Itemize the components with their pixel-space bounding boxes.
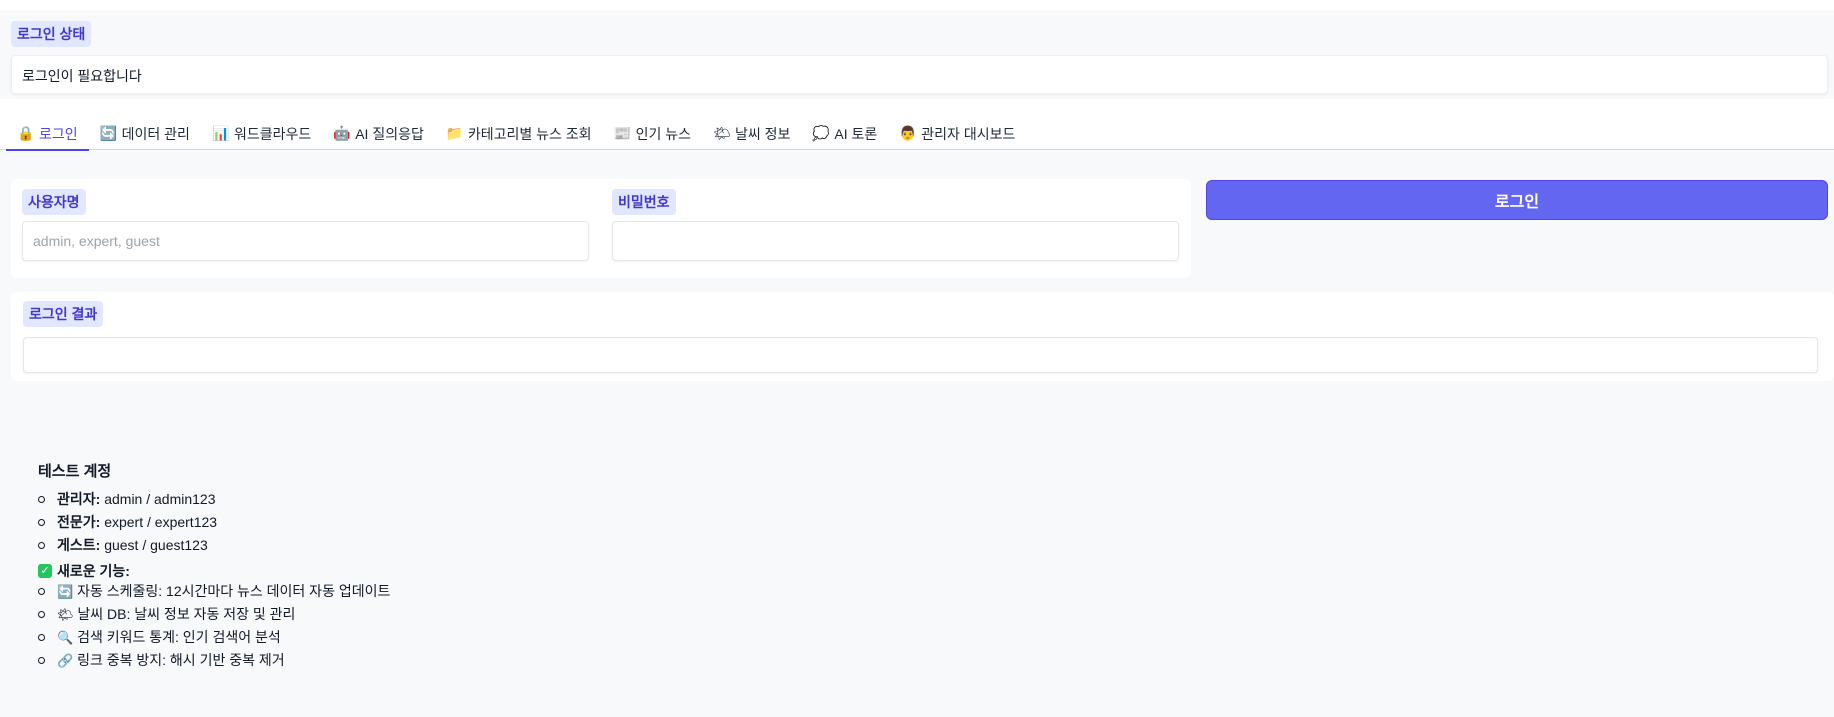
admin-icon: 👨 [899, 125, 917, 142]
login-status-section: 로그인 상태 로그인이 필요합니다 [0, 10, 1834, 99]
test-accounts-heading: 테스트 계정 [38, 463, 112, 480]
login-form: 사용자명 비밀번호 [11, 179, 1191, 278]
password-label: 비밀번호 [612, 189, 676, 215]
username-input[interactable] [22, 221, 589, 261]
feature-text: 검색 키워드 통계: 인기 검색어 분석 [77, 629, 281, 645]
tab-admin-dashboard[interactable]: 👨 관리자 대시보드 [888, 117, 1026, 150]
username-group: 사용자명 [22, 189, 589, 261]
account-role: 게스트: [57, 537, 101, 553]
tab-label: 날씨 정보 [734, 125, 791, 142]
bar-chart-icon: 📊 [211, 125, 230, 142]
feature-text: 날씨 DB: 날씨 정보 자동 저장 및 관리 [77, 606, 296, 622]
tab-label: 관리자 대시보드 [921, 125, 1016, 142]
tab-login[interactable]: 🔒 로그인 [6, 117, 89, 151]
refresh-icon: 🔄 [57, 585, 74, 600]
list-item: 🌤 날씨 DB: 날씨 정보 자동 저장 및 관리 [38, 605, 390, 628]
test-accounts-info: 테스트 계정 관리자: admin / admin123 전문가: expert… [38, 460, 390, 674]
tab-label: 인기 뉴스 [635, 125, 691, 142]
tab-category-news[interactable]: 📁 카테고리별 뉴스 조회 [435, 117, 603, 150]
weather-icon: 🌤 [57, 608, 74, 623]
account-creds: expert / expert123 [104, 514, 218, 530]
tab-label: 데이터 관리 [121, 125, 190, 142]
list-item: 게스트: guest / guest123 [38, 536, 390, 559]
account-creds: guest / guest123 [104, 537, 208, 553]
login-button[interactable]: 로그인 [1206, 180, 1828, 220]
features-list: 🔄 자동 스케줄링: 12시간마다 뉴스 데이터 자동 업데이트 🌤 날씨 DB… [38, 582, 390, 674]
list-item: 관리자: admin / admin123 [38, 490, 390, 513]
password-group: 비밀번호 [612, 189, 1179, 261]
weather-icon: 🌤 [712, 125, 731, 142]
login-result-section: 로그인 결과 [11, 292, 1834, 381]
tab-weather[interactable]: 🌤 날씨 정보 [702, 117, 801, 150]
refresh-icon: 🔄 [99, 125, 118, 142]
newspaper-icon: 📰 [613, 125, 631, 142]
account-role: 전문가: [57, 514, 101, 530]
list-item: 🔗 링크 중복 방지: 해시 기반 중복 제거 [38, 651, 390, 674]
tab-ai-debate[interactable]: 💭 AI 토론 [801, 117, 888, 150]
folder-icon: 📁 [445, 125, 464, 142]
tab-ai-qa[interactable]: 🤖 AI 질의응답 [322, 117, 435, 150]
tab-label: 워드클라우드 [233, 125, 312, 142]
lock-icon: 🔒 [17, 125, 35, 142]
features-heading-text: 새로운 기능: [57, 562, 130, 579]
speech-bubble-icon: 💭 [812, 125, 830, 142]
list-item: 🔍 검색 키워드 통계: 인기 검색어 분석 [38, 628, 390, 651]
tab-label: AI 토론 [834, 125, 878, 142]
link-icon: 🔗 [57, 654, 74, 669]
tab-data-management[interactable]: 🔄 데이터 관리 [89, 117, 201, 150]
password-input[interactable] [612, 221, 1179, 261]
login-result-label: 로그인 결과 [23, 301, 104, 327]
robot-icon: 🤖 [333, 125, 351, 142]
login-status-label: 로그인 상태 [11, 21, 92, 47]
tab-label: AI 질의응답 [355, 125, 424, 142]
username-label: 사용자명 [22, 189, 86, 215]
tab-label: 로그인 [39, 125, 78, 142]
feature-text: 자동 스케줄링: 12시간마다 뉴스 데이터 자동 업데이트 [77, 583, 391, 599]
checkmark-icon: ✓ [38, 563, 52, 578]
account-creds: admin / admin123 [104, 491, 216, 507]
feature-text: 링크 중복 방지: 해시 기반 중복 제거 [77, 652, 285, 668]
list-item: 전문가: expert / expert123 [38, 513, 390, 536]
tab-wordcloud[interactable]: 📊 워드클라우드 [201, 117, 322, 150]
account-role: 관리자: [57, 491, 101, 507]
tab-label: 카테고리별 뉴스 조회 [467, 125, 592, 142]
features-heading: ✓ 새로운 기능: [38, 559, 390, 582]
accounts-list: 관리자: admin / admin123 전문가: expert / expe… [38, 490, 390, 559]
tab-bar: 🔒 로그인 🔄 데이터 관리 📊 워드클라우드 🤖 AI 질의응답 📁 카테고리… [0, 117, 1834, 151]
list-item: 🔄 자동 스케줄링: 12시간마다 뉴스 데이터 자동 업데이트 [38, 582, 390, 605]
login-status-value: 로그인이 필요합니다 [11, 55, 1828, 94]
login-result-output [23, 337, 1818, 373]
magnifier-icon: 🔍 [57, 631, 74, 646]
tab-popular-news[interactable]: 📰 인기 뉴스 [603, 117, 702, 150]
